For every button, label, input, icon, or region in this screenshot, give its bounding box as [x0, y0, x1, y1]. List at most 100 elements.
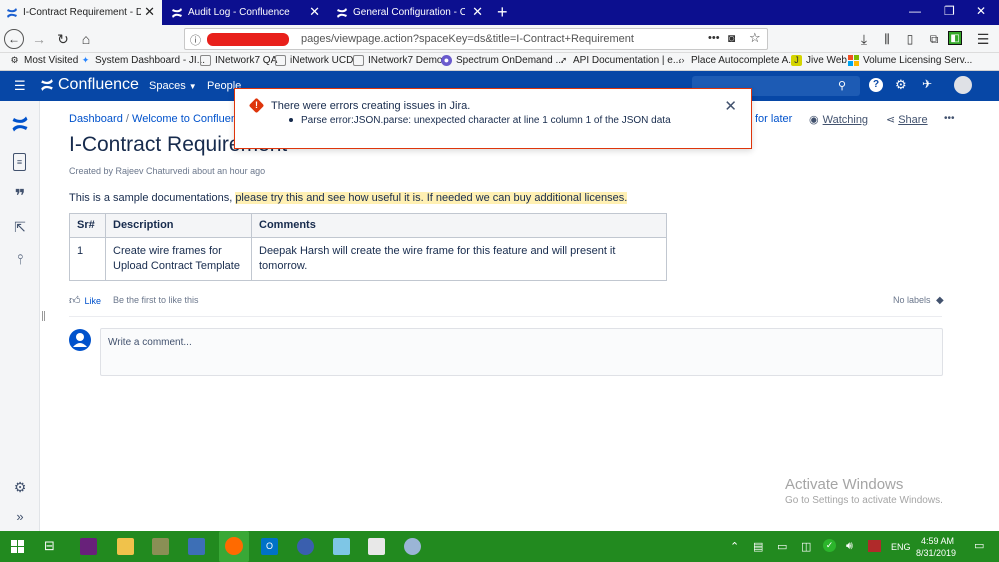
bookmark-item[interactable]: INetwork7 Demo — [353, 55, 442, 66]
minimize-icon[interactable]: — — [909, 4, 921, 18]
new-tab-button[interactable]: + — [497, 2, 508, 22]
tab-i-contract-requirement[interactable]: I-Contract Requirement - Demo ✕ — [0, 0, 162, 25]
pocket-icon[interactable]: ◙ — [728, 31, 735, 45]
bookmark-label: iNetwork UCD — [290, 55, 354, 66]
close-icon[interactable]: ✕ — [472, 5, 483, 19]
close-icon[interactable]: ✕ — [309, 5, 320, 19]
page-actions-icon[interactable]: ••• — [708, 32, 720, 44]
defender-icon[interactable]: ✓ — [823, 539, 836, 552]
clock-time[interactable]: 4:59 AM — [921, 536, 954, 546]
tag-icon: ◆ — [936, 295, 944, 306]
expand-sidebar-icon[interactable]: » — [11, 508, 29, 526]
visual-studio-icon[interactable] — [80, 538, 97, 555]
like-button[interactable]: 👍︎ Like — [69, 294, 101, 307]
page-tree-icon[interactable]: ⫯ — [11, 250, 29, 268]
pages-icon[interactable]: ≡ — [13, 153, 26, 171]
share-icon: ⋖ — [886, 114, 896, 126]
confluence-icon — [172, 7, 182, 18]
labels-area[interactable]: No labels ◆ — [893, 295, 944, 306]
start-icon[interactable] — [11, 540, 24, 553]
bookmark-label: INetwork7 QA — [215, 55, 278, 66]
volume-icon[interactable]: 🔊︎ — [846, 540, 853, 553]
forward-icon[interactable]: → — [30, 30, 48, 48]
library-icon[interactable]: ⫼ — [878, 30, 896, 48]
settings-icon[interactable]: ⚙ — [895, 77, 907, 93]
bookmark-label: INetwork7 Demo — [368, 55, 443, 66]
task-view-icon[interactable]: ⊟ — [44, 538, 61, 555]
reload-icon[interactable]: ↻ — [54, 30, 72, 48]
bookmark-star-icon[interactable]: ☆ — [749, 30, 761, 46]
notification-center-icon[interactable]: ▭ — [974, 539, 984, 552]
nav-spaces-label: Spaces — [149, 80, 186, 92]
battery-icon[interactable]: ▭ — [777, 540, 787, 553]
network-icon[interactable]: ◫ — [801, 540, 811, 553]
tab-title: Audit Log - Confluence — [188, 7, 290, 18]
outlook-icon[interactable]: O — [261, 538, 278, 555]
extension-icon[interactable]: ◧ — [948, 31, 962, 45]
device-icon[interactable]: ▤ — [753, 540, 763, 553]
tab-general-configuration[interactable]: General Configuration - Confluence ✕ — [330, 0, 490, 25]
like-summary: Be the first to like this — [113, 295, 199, 305]
notifications-icon[interactable]: ✈ — [922, 77, 932, 91]
photos-icon[interactable] — [368, 538, 385, 555]
more-actions-button[interactable]: ••• — [944, 113, 955, 124]
blog-icon[interactable]: ❞ — [11, 187, 29, 205]
app-switcher-icon[interactable]: ☰ — [14, 78, 26, 94]
bookmark-item[interactable]: ⚙ Most Visited — [9, 55, 78, 66]
download-icon[interactable]: ⤓ — [855, 30, 873, 48]
file-explorer-icon[interactable] — [117, 538, 134, 555]
back-icon[interactable]: ← — [4, 29, 24, 49]
restore-icon[interactable]: ❐ — [944, 4, 955, 18]
snipping-icon[interactable] — [333, 538, 350, 555]
sidebar-toggle-icon[interactable]: ▯ — [901, 30, 919, 48]
breadcrumb-dashboard[interactable]: Dashboard — [69, 113, 123, 125]
page-icon — [200, 55, 211, 66]
firefox-taskbar-button[interactable] — [219, 531, 249, 562]
bookmark-item[interactable]: ‹› Place Autocomplete A... — [676, 55, 797, 66]
share-button[interactable]: ⋖ Share — [886, 113, 928, 127]
bookmark-item[interactable]: J Jive Web — [791, 55, 847, 66]
paint-icon[interactable] — [404, 538, 421, 555]
bookmark-item[interactable]: ✦ System Dashboard - JI... — [80, 55, 205, 66]
window-close-icon[interactable]: ✕ — [976, 4, 986, 18]
bookmark-item[interactable]: Volume Licensing Serv... — [848, 55, 972, 66]
info-icon[interactable]: ⓘ — [190, 32, 201, 48]
avatar[interactable] — [954, 76, 972, 94]
space-settings-icon[interactable]: ⚙ — [11, 478, 29, 496]
confluence-logo[interactable]: Confluence — [40, 76, 139, 94]
url-bar[interactable]: ⓘ pages/viewpage.action?spaceKey=ds&titl… — [184, 28, 768, 50]
bookmark-item[interactable]: INetwork7 QA — [200, 55, 277, 66]
bookmark-label: Spectrum OnDemand ... — [456, 55, 564, 66]
confluence-icon[interactable] — [11, 115, 29, 133]
save-for-later-button[interactable]: for later — [755, 113, 792, 125]
requirements-table: Sr# Description Comments 1 Create wire f… — [69, 213, 667, 281]
avatar — [69, 329, 91, 351]
close-icon[interactable]: ✕ — [144, 5, 155, 19]
watching-button[interactable]: ◉ Watching — [809, 113, 868, 127]
chevron-down-icon: ▼ — [188, 82, 197, 91]
close-icon[interactable]: ✕ — [724, 97, 737, 115]
flag-icon[interactable] — [868, 540, 881, 552]
thumbs-up-icon: 👍︎ — [69, 295, 81, 307]
comment-input[interactable]: Write a comment... — [100, 328, 943, 376]
tab-audit-log[interactable]: Audit Log - Confluence ✕ — [165, 0, 327, 25]
screenshot-icon[interactable]: ⧉ — [925, 30, 943, 48]
chevron-up-icon[interactable]: ⌃ — [730, 540, 739, 553]
help-icon[interactable]: ? — [869, 78, 883, 92]
bookmark-item[interactable]: ● Spectrum OnDemand ... — [441, 55, 564, 66]
clock-date[interactable]: 8/31/2019 — [916, 548, 956, 558]
column-header-sr: Sr# — [69, 213, 106, 238]
tools-icon[interactable] — [152, 538, 169, 555]
breadcrumb-welcome[interactable]: Welcome to Confluence — [132, 113, 249, 125]
language-indicator[interactable]: ENG — [891, 542, 911, 552]
nav-spaces[interactable]: Spaces ▼ — [149, 80, 197, 92]
home-icon[interactable]: ⌂ — [77, 30, 95, 48]
menu-icon[interactable]: ☰ — [974, 30, 992, 48]
bookmark-item[interactable]: ➚ API Documentation | e... — [558, 55, 682, 66]
shortcut-icon[interactable]: ⇱ — [11, 218, 29, 236]
remote-desktop-icon[interactable] — [188, 538, 205, 555]
bookmark-item[interactable]: iNetwork UCD — [275, 55, 353, 66]
sidebar-resize-handle[interactable] — [42, 311, 45, 321]
ssms-icon[interactable] — [297, 538, 314, 555]
product-name: Confluence — [58, 76, 139, 93]
